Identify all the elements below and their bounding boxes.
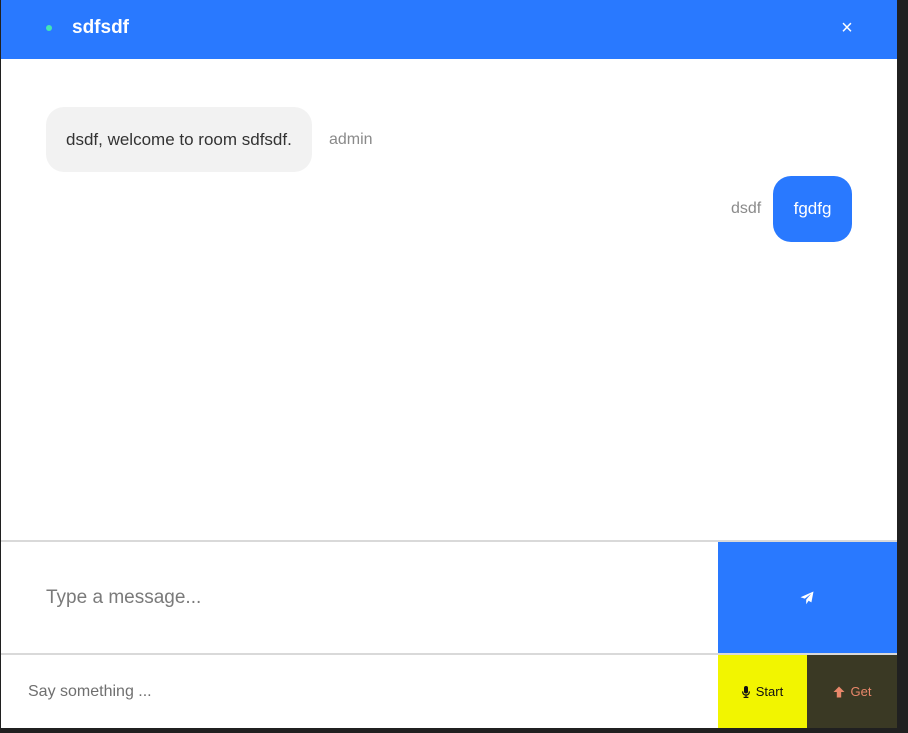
send-button[interactable]: [718, 542, 897, 653]
message-bubble-outgoing: fgdfg: [773, 176, 852, 242]
message-sender: admin: [329, 131, 373, 148]
chat-window: sdfsdf × dsdf, welcome to room sdfsdf. a…: [1, 0, 897, 728]
microphone-icon: [741, 685, 750, 698]
arrow-up-icon: [833, 686, 845, 697]
paper-plane-icon: [800, 591, 814, 605]
message-bubble-incoming: dsdf, welcome to room sdfsdf.: [46, 107, 312, 172]
get-button[interactable]: Get: [807, 655, 897, 728]
start-label: Start: [755, 684, 784, 699]
get-label: Get: [850, 684, 872, 699]
message-input[interactable]: [1, 542, 718, 653]
voice-input[interactable]: [1, 655, 718, 728]
close-button[interactable]: ×: [835, 16, 859, 40]
message-sender: dsdf: [731, 200, 762, 217]
chat-header: sdfsdf ×: [1, 0, 897, 59]
online-status-dot: [46, 25, 52, 31]
message-list: dsdf, welcome to room sdfsdf. admin dsdf…: [1, 59, 897, 540]
start-recording-button[interactable]: Start: [718, 655, 807, 728]
room-title: sdfsdf: [72, 17, 129, 38]
voice-row: Start Get: [1, 655, 897, 728]
composer-row: [1, 540, 897, 655]
